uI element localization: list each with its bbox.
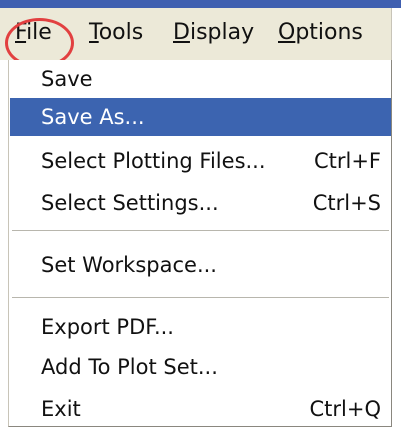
- menu-options-label: ptions: [295, 20, 363, 45]
- menu-file-label: ile: [26, 20, 52, 45]
- menu-item-add-to-plot-set-label: Add To Plot Set...: [41, 355, 218, 379]
- window-title-strip: [0, 0, 401, 8]
- application-window: File Tools Display Options Save Save As.…: [0, 0, 401, 433]
- menu-item-exit-label: Exit: [41, 397, 81, 421]
- menu-item-save[interactable]: Save: [10, 60, 391, 98]
- menu-item-save-as-label: Save As...: [41, 105, 145, 129]
- menu-options-mnemonic: O: [278, 20, 296, 45]
- menu-item-select-settings[interactable]: Select Settings... Ctrl+S: [10, 184, 391, 222]
- menu-item-export-pdf[interactable]: Export PDF...: [10, 308, 391, 346]
- menu-separator: [12, 230, 389, 232]
- menu-tools-mnemonic: T: [89, 20, 99, 45]
- menu-tools-label: ools: [98, 20, 144, 45]
- menu-item-set-workspace[interactable]: Set Workspace...: [10, 246, 391, 284]
- file-menu-dropdown: Save Save As... Select Plotting Files...…: [8, 60, 392, 427]
- menu-item-select-plotting-files[interactable]: Select Plotting Files... Ctrl+F: [10, 142, 391, 180]
- menu-item-exit-shortcut: Ctrl+Q: [309, 397, 382, 421]
- menu-file-mnemonic: F: [15, 20, 27, 45]
- menu-display-mnemonic: D: [173, 20, 190, 45]
- menu-file[interactable]: File: [15, 20, 52, 46]
- menu-display[interactable]: Display: [173, 20, 254, 46]
- menu-item-add-to-plot-set[interactable]: Add To Plot Set...: [10, 348, 391, 386]
- menu-item-save-as[interactable]: Save As...: [10, 98, 391, 136]
- menu-item-select-settings-shortcut: Ctrl+S: [312, 191, 381, 215]
- menu-item-set-workspace-label: Set Workspace...: [41, 253, 217, 277]
- menu-bar: File Tools Display Options: [0, 8, 392, 68]
- menu-item-export-pdf-label: Export PDF...: [41, 315, 174, 339]
- menu-item-exit[interactable]: Exit Ctrl+Q: [10, 390, 391, 428]
- menu-separator: [12, 297, 389, 299]
- menu-display-label: isplay: [189, 20, 255, 45]
- menu-item-select-plotting-files-shortcut: Ctrl+F: [313, 149, 381, 173]
- menu-item-save-label: Save: [41, 67, 93, 91]
- menu-options[interactable]: Options: [278, 20, 363, 46]
- menu-item-select-plotting-files-label: Select Plotting Files...: [41, 149, 266, 173]
- menu-tools[interactable]: Tools: [89, 20, 143, 46]
- menu-item-select-settings-label: Select Settings...: [41, 191, 219, 215]
